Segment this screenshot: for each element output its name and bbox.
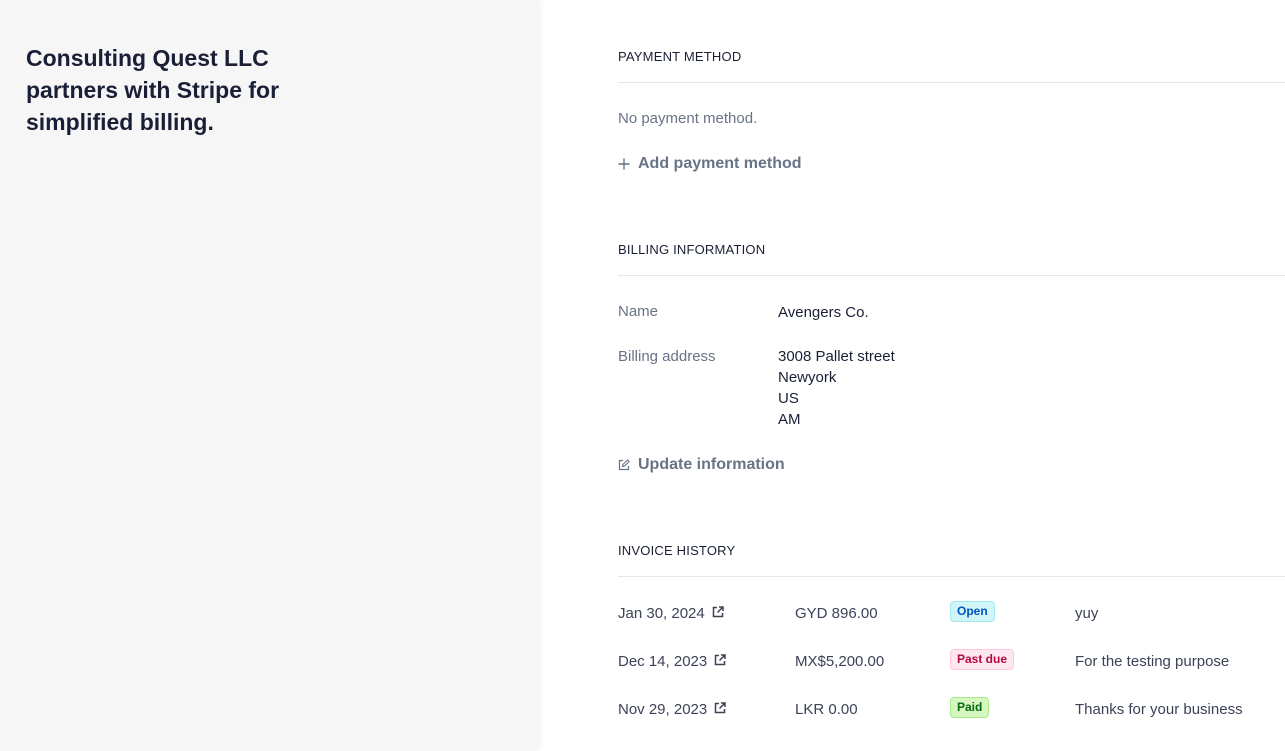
invoice-date-link[interactable]: Jan 30, 2024 <box>618 605 724 622</box>
payment-method-heading: PAYMENT METHOD <box>618 49 742 64</box>
external-link-icon <box>714 653 726 670</box>
edit-icon <box>618 459 630 471</box>
address-line: 3008 Pallet street <box>778 348 895 365</box>
name-value: Avengers Co. <box>778 304 869 321</box>
billing-portal: Consulting Quest LLC partners with Strip… <box>0 0 1285 751</box>
external-link-icon <box>712 605 724 622</box>
update-information-button[interactable]: Update information <box>618 456 785 474</box>
invoice-amount: MX$5,200.00 <box>795 653 885 670</box>
no-payment-method-text: No payment method. <box>618 110 758 127</box>
address-line: AM <box>778 411 801 428</box>
address-line: Newyork <box>778 369 837 386</box>
invoice-memo: For the testing purpose <box>1075 653 1230 670</box>
external-link-icon <box>714 701 726 718</box>
invoice-amount: LKR 0.00 <box>795 701 858 718</box>
invoice-history-divider <box>618 576 1285 577</box>
address-line: US <box>778 390 799 407</box>
invoice-row: Nov 29, 2023 LKR 0.00 Paid Thanks for yo… <box>618 697 1285 725</box>
merchant-panel: Consulting Quest LLC partners with Strip… <box>0 0 538 751</box>
account-details-panel: PAYMENT METHOD No payment method. Add pa… <box>618 0 1285 751</box>
invoice-row: Dec 14, 2023 MX$5,200.00 Past due For th… <box>618 649 1285 677</box>
payment-method-divider <box>618 82 1285 83</box>
plus-icon <box>618 158 630 170</box>
invoice-history-heading: INVOICE HISTORY <box>618 543 736 558</box>
invoice-row: Jan 30, 2024 GYD 896.00 Open yuy <box>618 601 1285 629</box>
billing-information-divider <box>618 275 1285 276</box>
invoice-date: Dec 14, 2023 <box>618 653 708 670</box>
status-badge: Paid <box>950 697 990 718</box>
invoice-amount: GYD 896.00 <box>795 605 878 622</box>
invoice-date: Jan 30, 2024 <box>618 605 705 622</box>
billing-information-heading: BILLING INFORMATION <box>618 242 766 257</box>
invoice-memo: yuy <box>1075 605 1099 622</box>
billing-address-label: Billing address <box>618 348 716 365</box>
invoice-date: Nov 29, 2023 <box>618 701 708 718</box>
invoice-date-link[interactable]: Nov 29, 2023 <box>618 701 726 718</box>
invoice-memo: Thanks for your business <box>1075 701 1243 718</box>
update-information-label: Update information <box>638 456 785 473</box>
status-badge: Open <box>950 601 995 622</box>
merchant-statement: Consulting Quest LLC partners with Strip… <box>26 45 280 135</box>
status-badge: Past due <box>950 649 1015 670</box>
add-payment-method-button[interactable]: Add payment method <box>618 155 802 173</box>
invoice-date-link[interactable]: Dec 14, 2023 <box>618 653 726 670</box>
billing-address-value: 3008 Pallet street Newyork US AM <box>778 346 895 430</box>
name-label: Name <box>618 303 659 320</box>
add-payment-method-label: Add payment method <box>638 155 802 172</box>
